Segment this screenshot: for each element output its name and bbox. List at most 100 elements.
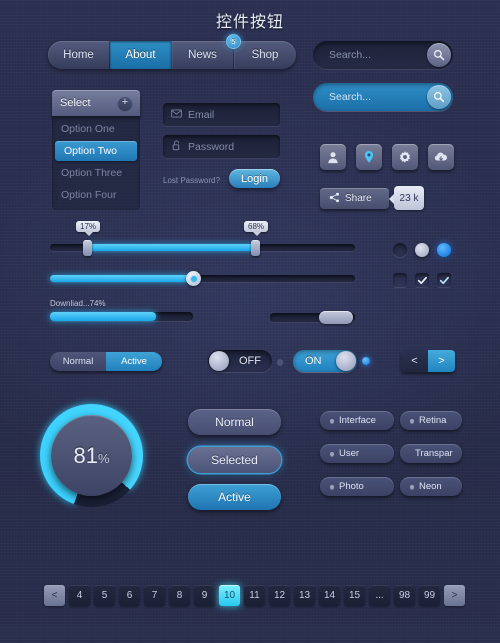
search-placeholder: Search... — [329, 91, 372, 103]
single-slider-handle[interactable] — [186, 271, 201, 286]
select-header[interactable]: Select + — [52, 90, 140, 116]
pagination: <4 5 6 7 8 9 10 11 12 13 14 15... 98 99 > — [44, 585, 465, 606]
range-slider-handle-max[interactable] — [251, 240, 260, 256]
search-icon[interactable] — [427, 85, 451, 109]
arrow-prev-button[interactable]: < — [401, 350, 428, 372]
pagination-page-6[interactable]: 6 — [119, 585, 140, 606]
button-selected[interactable]: Selected — [188, 447, 281, 473]
select-option[interactable]: Option Four — [52, 184, 140, 206]
user-icon[interactable] — [320, 144, 346, 170]
select-dropdown[interactable]: Select + Option One Option Two Option Th… — [52, 90, 140, 210]
password-placeholder: Password — [188, 140, 235, 153]
nav-tab-label: About — [125, 49, 156, 61]
pagination-page-99[interactable]: 99 — [419, 585, 440, 606]
pagination-page-98[interactable]: 98 — [394, 585, 415, 606]
pagination-page-11[interactable]: 11 — [244, 585, 265, 606]
tag-label: Photo — [339, 481, 364, 492]
single-slider-track[interactable] — [50, 271, 355, 286]
nav-tab-home[interactable]: Home — [48, 41, 110, 69]
toggle-on-indicator — [362, 357, 370, 365]
progress-number: 81 — [73, 442, 98, 468]
range-slider-handle-min[interactable] — [83, 240, 92, 256]
location-pin-icon[interactable] — [356, 144, 382, 170]
pagination-next[interactable]: > — [444, 585, 465, 606]
tag-neon[interactable]: Neon — [400, 477, 462, 496]
range-slider-track[interactable]: 17% 68% — [50, 221, 355, 256]
toggle-switch-off[interactable]: OFF — [208, 350, 272, 372]
tag-retina[interactable]: Retina — [400, 411, 462, 430]
nav-tab-about[interactable]: About — [110, 41, 172, 69]
tag-transparent[interactable]: Transpar — [400, 444, 462, 463]
share-icon — [329, 192, 340, 206]
search-icon[interactable] — [427, 43, 451, 67]
envelope-icon — [171, 106, 182, 124]
gear-icon[interactable] — [392, 144, 418, 170]
pagination-page-8[interactable]: 8 — [169, 585, 190, 606]
toggle-label: ON — [305, 355, 322, 367]
select-option[interactable]: Option One — [52, 118, 140, 140]
bullet-icon — [330, 418, 334, 423]
nav-tab-label: Home — [63, 49, 94, 61]
search-bar-blue[interactable]: Search... — [313, 83, 453, 111]
tag-interface[interactable]: Interface — [320, 411, 394, 430]
plus-icon[interactable]: + — [118, 96, 132, 110]
pagination-ellipsis[interactable]: ... — [369, 585, 390, 606]
select-option-selected[interactable]: Option Two — [55, 141, 137, 161]
pagination-page-7[interactable]: 7 — [144, 585, 165, 606]
page-title: 控件按钮 — [215, 14, 284, 31]
pagination-page-13[interactable]: 13 — [294, 585, 315, 606]
pagination-page-15[interactable]: 15 — [344, 585, 365, 606]
progress-unit: % — [97, 450, 110, 466]
cloud-download-icon[interactable] — [428, 144, 454, 170]
pagination-page-12[interactable]: 12 — [269, 585, 290, 606]
email-field[interactable]: Email — [163, 103, 280, 126]
scroll-slider-track[interactable] — [270, 311, 355, 324]
search-bar-dark[interactable]: Search... — [313, 41, 453, 69]
range-min-tooltip: 17% — [75, 221, 101, 236]
toggle-off-indicator — [277, 359, 283, 365]
pagination-page-5[interactable]: 5 — [94, 585, 115, 606]
segment-normal[interactable]: Normal — [50, 352, 106, 371]
button-normal[interactable]: Normal — [188, 409, 281, 435]
bullet-icon — [410, 484, 414, 489]
bullet-icon — [330, 484, 334, 489]
checkbox-checked-accent[interactable] — [437, 273, 451, 287]
nav-tab-label: Shop — [251, 49, 279, 61]
pagination-page-14[interactable]: 14 — [319, 585, 340, 606]
pagination-page-4[interactable]: 4 — [69, 585, 90, 606]
button-active[interactable]: Active — [188, 484, 281, 510]
tag-photo[interactable]: Photo — [320, 477, 394, 496]
radio-unselected[interactable] — [393, 243, 407, 257]
download-progress-fill — [50, 312, 156, 321]
download-label: Downliad...74% — [50, 299, 106, 308]
password-field[interactable]: Password — [163, 135, 280, 158]
segment-active[interactable]: Active — [106, 352, 162, 371]
lock-icon — [171, 138, 182, 156]
tag-label: Transpar — [415, 448, 453, 459]
range-max-tooltip: 68% — [243, 221, 269, 236]
option-label: Option Three — [61, 167, 123, 179]
segmented-control: Normal Active — [50, 352, 162, 371]
share-button[interactable]: Share — [320, 188, 389, 209]
checkbox-unchecked[interactable] — [393, 273, 407, 287]
pagination-page-9[interactable]: 9 — [194, 585, 215, 606]
select-option[interactable]: Option Three — [52, 162, 140, 184]
radio-selected[interactable] — [437, 243, 451, 257]
tag-label: Retina — [419, 415, 447, 426]
arrow-next-button[interactable]: > — [428, 350, 455, 372]
lost-password-link[interactable]: Lost Password? — [163, 176, 220, 185]
toggle-switch-on[interactable]: ON — [293, 350, 357, 372]
checkbox-checked[interactable] — [415, 273, 429, 287]
login-button[interactable]: Login — [229, 169, 280, 188]
tag-user[interactable]: User — [320, 444, 394, 463]
radio-hover[interactable] — [415, 243, 429, 257]
pagination-page-10[interactable]: 10 — [219, 585, 240, 606]
nav-tab-shop[interactable]: Shop — [234, 41, 296, 69]
toggle-knob — [209, 351, 229, 371]
pagination-prev[interactable]: < — [44, 585, 65, 606]
single-slider-fill — [50, 275, 192, 282]
nav-tab-news[interactable]: News 5 — [172, 34, 241, 69]
range-slider-fill — [86, 244, 256, 251]
scroll-slider-handle[interactable] — [319, 311, 353, 324]
tag-label: User — [339, 448, 360, 459]
